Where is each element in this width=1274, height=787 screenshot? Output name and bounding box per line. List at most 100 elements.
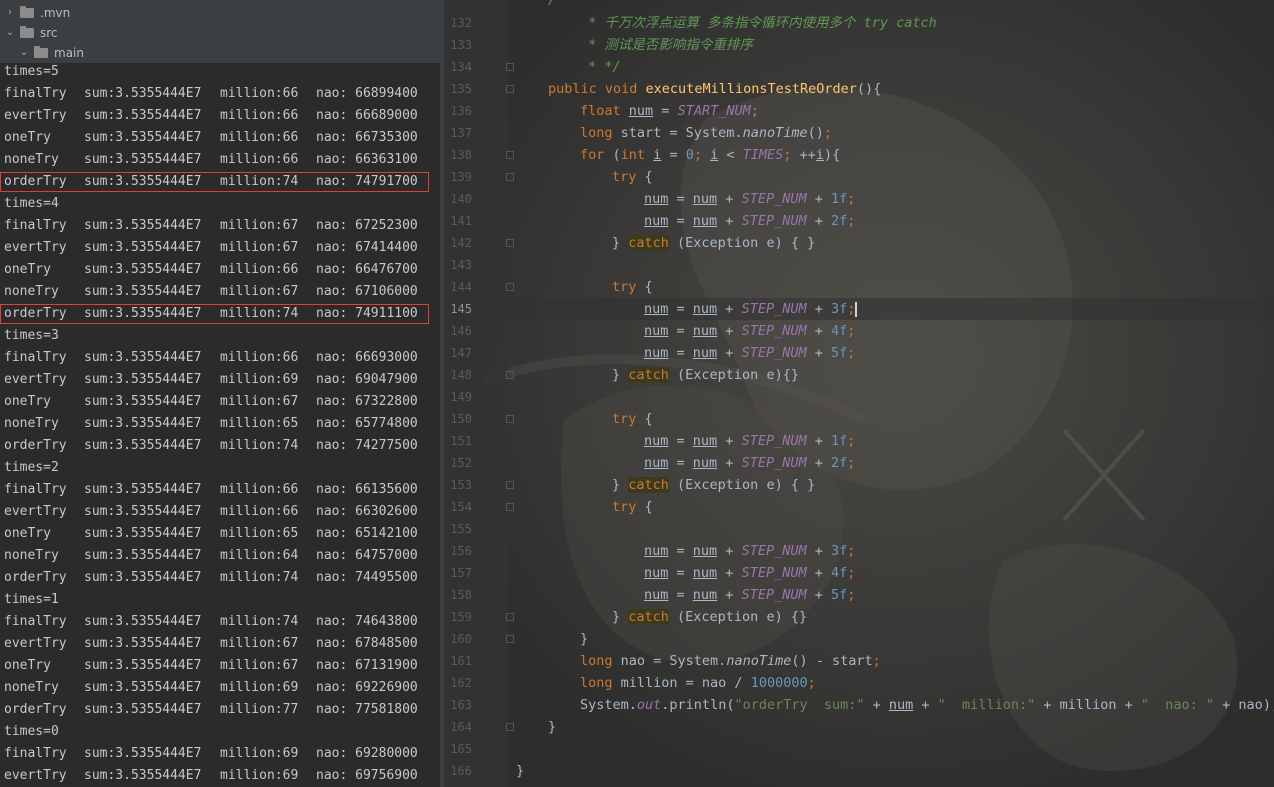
code-line[interactable]: long start = System.nanoTime();	[580, 122, 832, 144]
line-number[interactable]: 159	[444, 606, 472, 628]
fold-marker-icon[interactable]	[506, 283, 514, 291]
console-result-line: orderTry sum:3.5355444E7 million:74 nao: 74…	[4, 435, 418, 457]
fold-marker-icon[interactable]	[506, 613, 514, 621]
code-line[interactable]: }	[580, 628, 588, 650]
line-number[interactable]: 165	[444, 738, 472, 760]
line-number[interactable]: 149	[444, 386, 472, 408]
line-number[interactable]: 135	[444, 78, 472, 100]
code-line[interactable]: for (int i = 0; i < TIMES; ++i){	[580, 144, 840, 166]
line-number[interactable]: 137	[444, 122, 472, 144]
fold-marker-icon[interactable]	[506, 85, 514, 93]
line-number[interactable]: 153	[444, 474, 472, 496]
line-number[interactable]: 145	[444, 298, 472, 320]
tree-item-mvn[interactable]: › .mvn	[4, 3, 70, 23]
fold-marker-icon[interactable]	[506, 63, 514, 71]
fold-marker-icon[interactable]	[506, 723, 514, 731]
line-number[interactable]: 132	[444, 12, 472, 34]
code-line[interactable]: }	[516, 760, 524, 782]
code-token: +	[806, 543, 831, 559]
line-number[interactable]: 156	[444, 540, 472, 562]
line-number[interactable]: 152	[444, 452, 472, 474]
fold-marker-icon[interactable]	[506, 481, 514, 489]
tree-item-src[interactable]: ⌄ src	[4, 23, 58, 43]
line-number[interactable]: 166	[444, 760, 472, 782]
code-line[interactable]: float num = START_NUM;	[580, 100, 759, 122]
line-number[interactable]: 161	[444, 650, 472, 672]
code-line[interactable]: } catch (Exception e){}	[612, 364, 799, 386]
fold-marker-icon[interactable]	[506, 173, 514, 181]
code-line[interactable]: } catch (Exception e) { }	[612, 232, 815, 254]
code-line[interactable]: num = num + STEP_NUM + 3f;	[644, 540, 855, 562]
line-number[interactable]: 147	[444, 342, 472, 364]
code-line[interactable]: num = num + STEP_NUM + 1f;	[644, 188, 855, 210]
line-number[interactable]: 155	[444, 518, 472, 540]
line-number[interactable]: 134	[444, 56, 472, 78]
console-iteration-header: times=3	[4, 328, 59, 343]
fold-marker-icon[interactable]	[506, 151, 514, 159]
line-number[interactable]: 142	[444, 232, 472, 254]
result-name: evertTry	[4, 240, 67, 255]
fold-marker-icon[interactable]	[506, 635, 514, 643]
code-line[interactable]: long million = nao / 1000000;	[580, 672, 816, 694]
code-line[interactable]: public void executeMillionsTestReOrder()…	[548, 78, 881, 100]
line-number[interactable]: 158	[444, 584, 472, 606]
line-number[interactable]: 157	[444, 562, 472, 584]
line-number[interactable]: 140	[444, 188, 472, 210]
line-number[interactable]: 133	[444, 34, 472, 56]
line-number[interactable]: 139	[444, 166, 472, 188]
code-line[interactable]: num = num + STEP_NUM + 4f;	[644, 562, 855, 584]
line-number[interactable]: 138	[444, 144, 472, 166]
line-number[interactable]: 160	[444, 628, 472, 650]
line-number[interactable]: 150	[444, 408, 472, 430]
code-line[interactable]: * */	[580, 56, 621, 78]
line-number[interactable]: 151	[444, 430, 472, 452]
line-number[interactable]: 136	[444, 100, 472, 122]
console-result-line: evertTry sum:3.5355444E7 million:66 nao: 66…	[4, 105, 418, 127]
result-nao: nao: 66735300	[316, 130, 418, 145]
fold-marker-icon[interactable]	[506, 239, 514, 247]
code-line[interactable]: num = num + STEP_NUM + 1f;	[644, 430, 855, 452]
line-number[interactable]: 164	[444, 716, 472, 738]
code-line[interactable]: num = num + STEP_NUM + 5f;	[644, 342, 855, 364]
code-line[interactable]: num = num + STEP_NUM + 5f;	[644, 584, 855, 606]
code-line[interactable]: /**	[548, 0, 572, 11]
line-number[interactable]: 144	[444, 276, 472, 298]
result-million: million:66	[220, 130, 299, 145]
code-line[interactable]: try {	[612, 496, 653, 518]
tree-item-main[interactable]: ⌄ main	[18, 43, 84, 63]
chevron-down-icon[interactable]: ⌄	[4, 23, 16, 43]
fold-marker-icon[interactable]	[506, 415, 514, 423]
code-line[interactable]: try {	[612, 276, 653, 298]
code-line[interactable]: } catch (Exception e) {}	[612, 606, 807, 628]
code-line[interactable]: try {	[612, 408, 653, 430]
line-number[interactable]: 154	[444, 496, 472, 518]
line-number[interactable]: 163	[444, 694, 472, 716]
fold-marker-icon[interactable]	[506, 371, 514, 379]
code-line[interactable]: long nao = System.nanoTime() - start;	[580, 650, 881, 672]
code-line[interactable]: try {	[612, 166, 653, 188]
code-line[interactable]: num = num + STEP_NUM + 2f;	[644, 452, 855, 474]
line-number[interactable]: 141	[444, 210, 472, 232]
code-line[interactable]: System.out.println("orderTry sum:" + num…	[580, 694, 1274, 716]
result-sum: sum:3.5355444E7	[84, 394, 202, 409]
code-line[interactable]: }	[548, 716, 556, 738]
code-line[interactable]: num = num + STEP_NUM + 3f;	[644, 298, 858, 320]
code-line[interactable]: } catch (Exception e) { }	[612, 474, 815, 496]
line-number[interactable]: 146	[444, 320, 472, 342]
code-line[interactable]: * 千万次浮点运算 多条指令循环内使用多个 try catch	[580, 12, 937, 34]
line-number[interactable]: 148	[444, 364, 472, 386]
line-number[interactable]: 162	[444, 672, 472, 694]
code-line[interactable]: num = num + STEP_NUM + 2f;	[644, 210, 855, 232]
code-line[interactable]: num = num + STEP_NUM + 4f;	[644, 320, 855, 342]
code-editor[interactable]: 132 133 134 135 136 137 138 139 140 141 142 143 144 1…	[444, 0, 1274, 787]
chevron-right-icon[interactable]: ›	[4, 3, 16, 23]
fold-marker-icon[interactable]	[506, 503, 514, 511]
code-token: ;	[872, 653, 881, 669]
code-token: System.	[580, 697, 637, 713]
code-token: 0	[685, 147, 694, 163]
line-number[interactable]: 143	[444, 254, 472, 276]
result-million: million:65	[220, 416, 299, 431]
code-line[interactable]: * 测试是否影响指令重排序	[580, 34, 753, 56]
chevron-down-icon[interactable]: ⌄	[18, 43, 30, 63]
code-token: +	[806, 301, 831, 317]
